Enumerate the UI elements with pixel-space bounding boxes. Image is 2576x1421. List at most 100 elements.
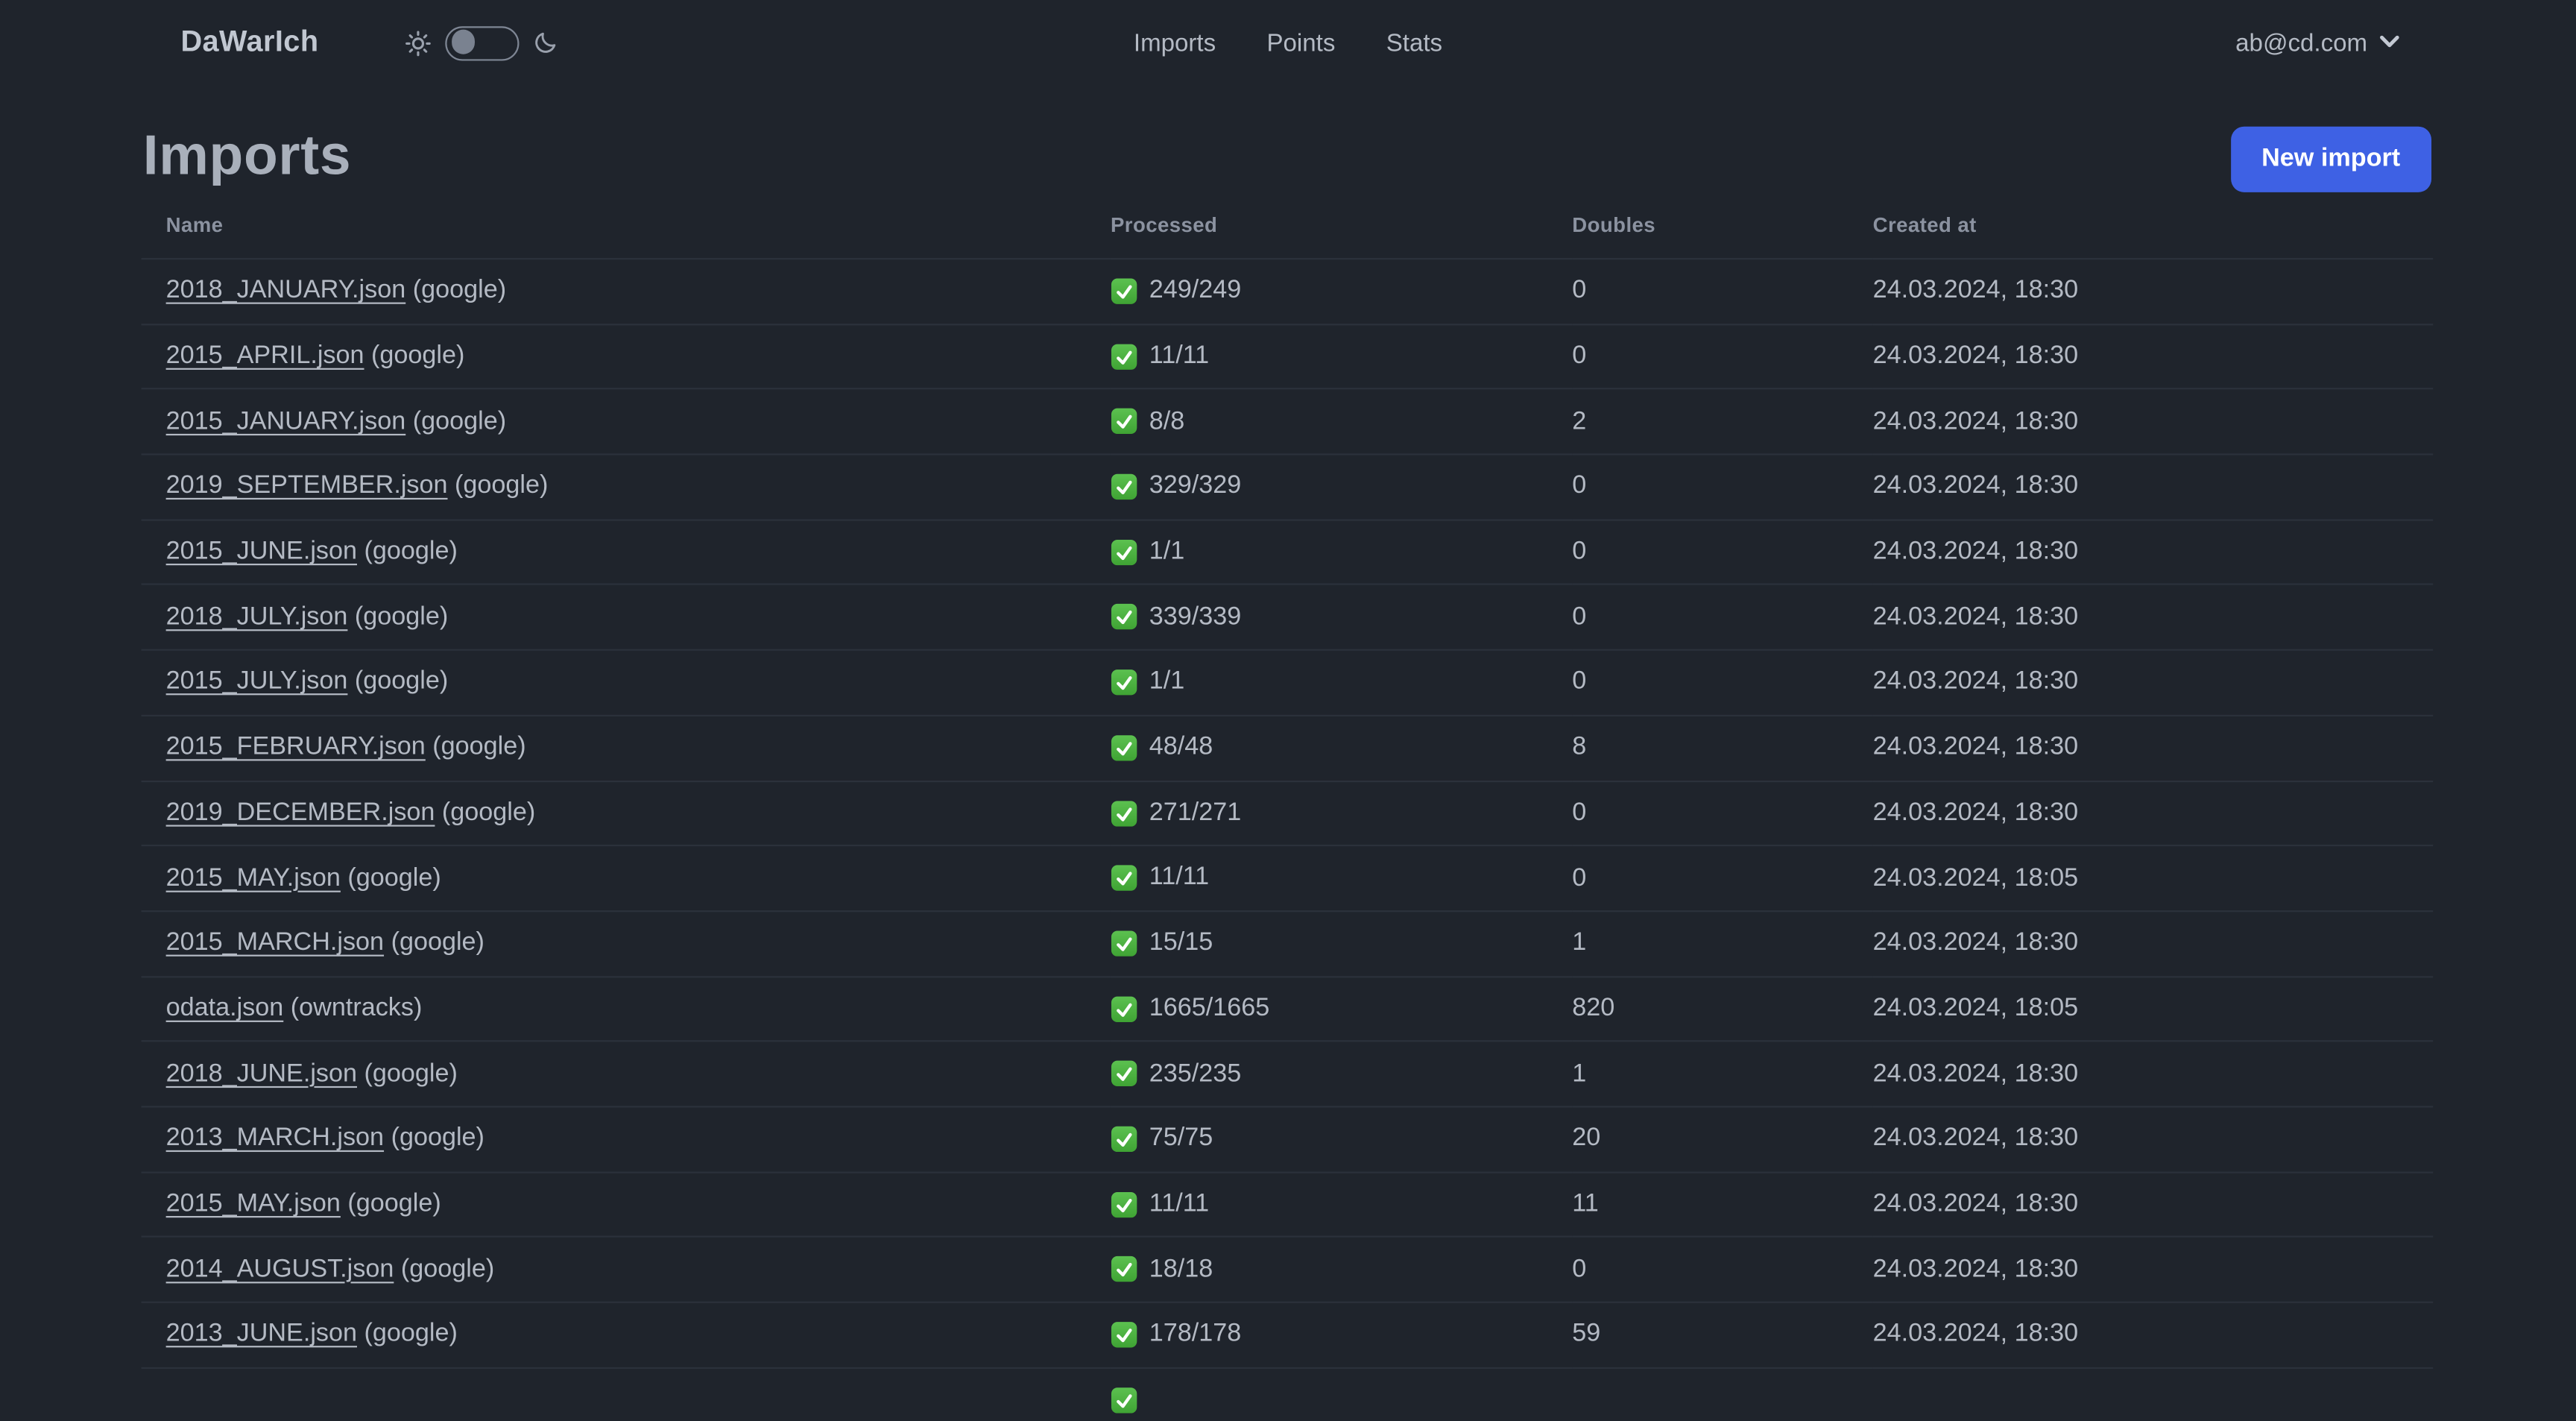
- created-at-cell: 24.03.2024, 18:30: [1872, 1040, 2434, 1107]
- import-file-link[interactable]: 2018_JUNE.json: [166, 1059, 357, 1087]
- processed-value: 271/271: [1149, 798, 1242, 827]
- doubles-cell: 820: [1572, 975, 1873, 1042]
- created-at-cell: 24.03.2024, 18:05: [1872, 845, 2434, 911]
- processed-value: 1665/1665: [1149, 994, 1270, 1022]
- table-row: 2015_MAY.json (google) 11/11 0 24.03.202…: [141, 845, 2434, 911]
- nav-item-points[interactable]: Points: [1266, 29, 1335, 57]
- processed-value: 178/178: [1149, 1320, 1242, 1348]
- name-cell: 2015_JANUARY.json (google): [141, 388, 1111, 455]
- col-header-processed: Processed: [1110, 213, 1218, 237]
- processed-value: 8/8: [1149, 406, 1185, 435]
- col-header-created-at: Created at: [1872, 213, 1977, 237]
- created-at-cell: 24.03.2024, 18:30: [1872, 453, 2434, 520]
- processed-value: 11/11: [1149, 341, 1210, 370]
- doubles-cell: 8: [1572, 714, 1873, 781]
- table-row: 2015_JANUARY.json (google) 8/8 2 24.03.2…: [141, 388, 2434, 455]
- page-title: Imports: [142, 125, 352, 188]
- success-check-icon: [1111, 539, 1137, 565]
- name-cell: 2015_MARCH.json (google): [141, 910, 1111, 977]
- import-file-link[interactable]: 2015_JUNE.json: [166, 538, 357, 565]
- import-file-link[interactable]: 2019_DECEMBER.json: [166, 798, 435, 826]
- processed-cell: 18/18: [1110, 1236, 1573, 1302]
- nav-item-imports[interactable]: Imports: [1134, 29, 1216, 57]
- success-check-icon: [1111, 995, 1137, 1022]
- processed-value: 11/11: [1149, 1189, 1210, 1218]
- import-file-link[interactable]: 2018_JULY.json: [166, 602, 348, 630]
- created-at-cell: 24.03.2024, 18:30: [1872, 1236, 2434, 1302]
- nav-item-stats[interactable]: Stats: [1386, 29, 1442, 57]
- import-file-link[interactable]: 2015_FEBRUARY.json: [166, 733, 426, 760]
- import-file-link[interactable]: 2013_MARCH.json: [166, 1124, 384, 1152]
- created-at-cell: 24.03.2024, 18:30: [1872, 714, 2434, 781]
- app-logo[interactable]: DaWarIch: [180, 25, 318, 59]
- processed-cell: 1/1: [1110, 518, 1573, 585]
- import-file-link[interactable]: 2014_AUGUST.json: [166, 1255, 394, 1282]
- name-cell: 2015_JULY.json (google): [141, 649, 1111, 716]
- table-row: odata.json (owntracks) 1665/1665 820 24.…: [141, 975, 2434, 1042]
- col-header-name: Name: [165, 213, 224, 237]
- success-check-icon: [1111, 800, 1137, 826]
- theme-switch[interactable]: [445, 25, 520, 60]
- created-at-cell: 24.03.2024, 18:30: [1872, 1106, 2434, 1172]
- table-row: 2015_APRIL.json (google) 11/11 0 24.03.2…: [141, 323, 2434, 390]
- app-screen: DaWarIch Imports Points Stats ab@cd.com …: [0, 0, 2576, 1421]
- table-row: 2019_DECEMBER.json (google) 271/271 0 24…: [141, 779, 2434, 846]
- import-file-link[interactable]: 2015_APRIL.json: [166, 342, 364, 370]
- import-file-link[interactable]: 2018_JANUARY.json: [166, 277, 406, 304]
- created-at-cell: 24.03.2024, 18:30: [1872, 649, 2434, 716]
- doubles-cell: 0: [1572, 323, 1873, 390]
- new-import-button[interactable]: New import: [2230, 126, 2432, 192]
- name-cell: 2018_JANUARY.json (google): [141, 258, 1111, 324]
- table-row: 2018_JUNE.json (google) 235/235 1 24.03.…: [141, 1040, 2434, 1107]
- doubles-cell: 0: [1572, 453, 1873, 520]
- name-cell: 2019_DECEMBER.json (google): [141, 779, 1111, 846]
- doubles-cell: [1572, 1367, 1873, 1421]
- processed-value: 48/48: [1149, 733, 1213, 761]
- sun-icon: [404, 29, 432, 57]
- import-file-link[interactable]: odata.json: [166, 994, 284, 1021]
- user-menu[interactable]: ab@cd.com: [2235, 0, 2400, 86]
- import-source-label: (google): [347, 1189, 441, 1218]
- success-check-icon: [1111, 1322, 1137, 1348]
- theme-switch-knob: [451, 30, 475, 54]
- imports-table-body: 2018_JANUARY.json (google) 249/249 0 24.…: [141, 258, 2434, 1421]
- success-check-icon: [1111, 344, 1137, 370]
- success-check-icon: [1111, 1387, 1137, 1414]
- import-file-link[interactable]: 2015_MARCH.json: [166, 929, 384, 957]
- import-file-link[interactable]: 2015_MAY.json: [166, 1190, 341, 1217]
- processed-value: 1/1: [1149, 667, 1185, 696]
- processed-cell: 249/249: [1110, 258, 1573, 324]
- doubles-cell: 0: [1572, 845, 1873, 911]
- theme-toggle[interactable]: [404, 25, 558, 60]
- created-at-cell: 24.03.2024, 18:30: [1872, 1170, 2434, 1238]
- success-check-icon: [1111, 1061, 1137, 1087]
- processed-cell: [1110, 1367, 1573, 1421]
- table-row: 2018_JULY.json (google) 339/339 0 24.03.…: [141, 584, 2434, 650]
- doubles-cell: 2: [1572, 388, 1873, 455]
- name-cell: 2018_JULY.json (google): [141, 584, 1111, 650]
- created-at-cell: 24.03.2024, 18:30: [1872, 518, 2434, 585]
- processed-value: 249/249: [1149, 276, 1242, 305]
- import-file-link[interactable]: 2015_JULY.json: [166, 668, 348, 696]
- success-check-icon: [1111, 278, 1137, 304]
- name-cell: 2015_APRIL.json (google): [141, 323, 1111, 390]
- table-row: 2018_JANUARY.json (google) 249/249 0 24.…: [141, 258, 2434, 324]
- name-cell: 2015_FEBRUARY.json (google): [141, 714, 1111, 781]
- import-source-label: (google): [364, 537, 458, 566]
- moon-icon: [532, 30, 558, 56]
- import-file-link[interactable]: 2015_JANUARY.json: [166, 407, 406, 435]
- created-at-cell: 24.03.2024, 18:30: [1872, 1301, 2434, 1368]
- doubles-cell: 0: [1572, 649, 1873, 716]
- processed-value: 18/18: [1149, 1255, 1213, 1283]
- import-file-link[interactable]: 2013_JUNE.json: [166, 1320, 357, 1348]
- processed-value: 15/15: [1149, 928, 1213, 957]
- processed-value: 75/75: [1149, 1124, 1213, 1153]
- user-email: ab@cd.com: [2235, 28, 2368, 57]
- import-source-label: (google): [354, 667, 449, 696]
- table-row: 2019_SEPTEMBER.json (google) 329/329 0 2…: [141, 453, 2434, 520]
- processed-cell: 11/11: [1110, 323, 1573, 390]
- created-at-cell: 24.03.2024, 18:30: [1872, 388, 2434, 455]
- import-source-label: (google): [364, 1059, 458, 1088]
- import-file-link[interactable]: 2019_SEPTEMBER.json: [166, 472, 448, 500]
- import-file-link[interactable]: 2015_MAY.json: [166, 863, 341, 891]
